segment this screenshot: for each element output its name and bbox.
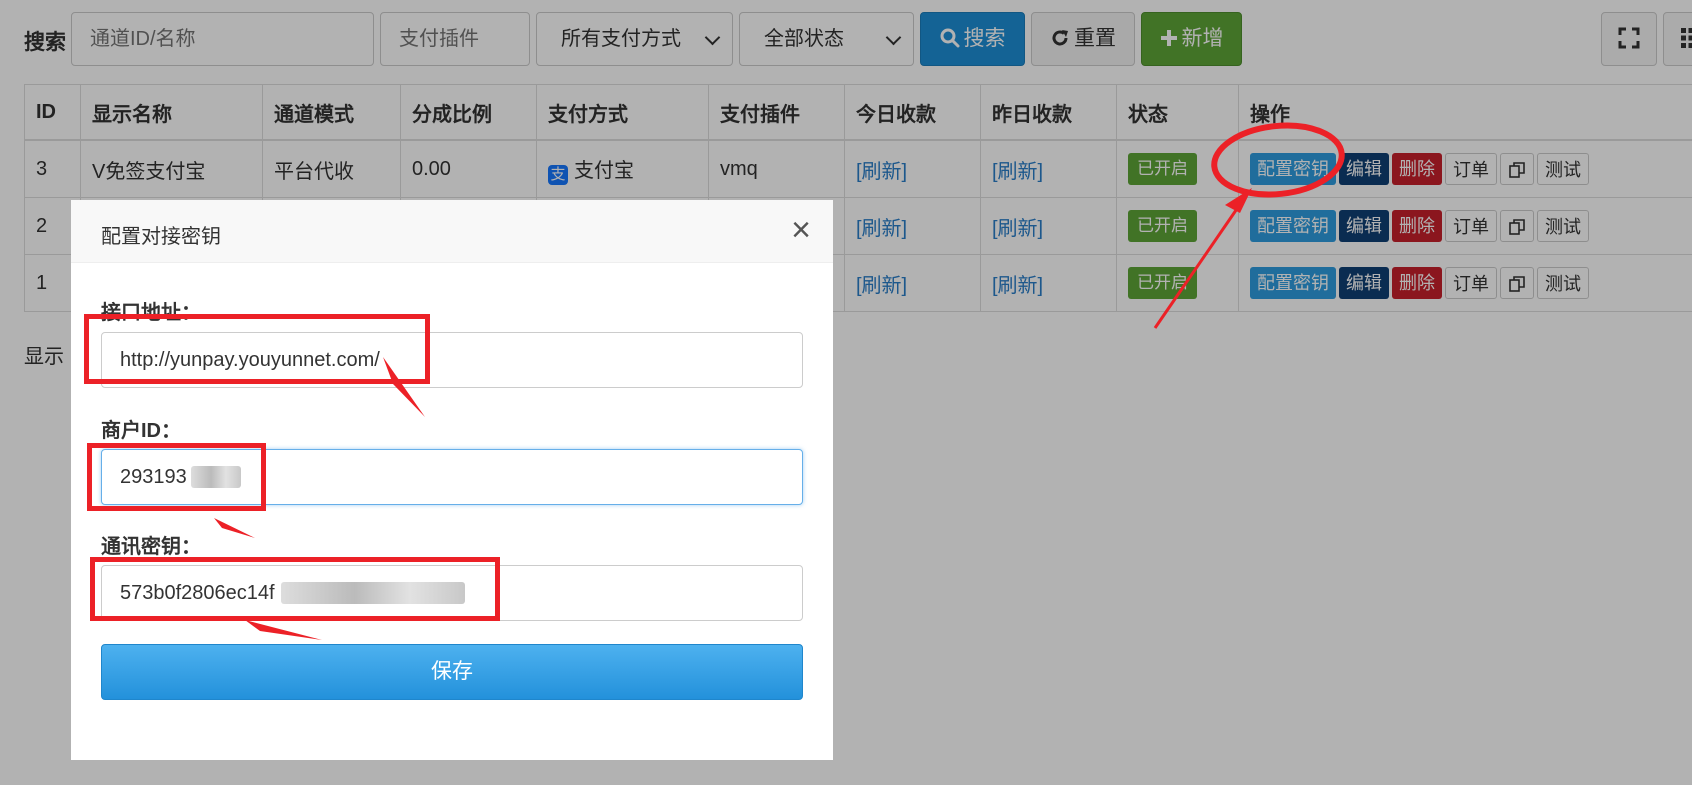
annotation-box-comm-key (90, 557, 500, 621)
close-icon[interactable]: × (791, 212, 811, 248)
app-root: 搜索 所有支付方式 全部状态 搜索 重置 新增 (0, 0, 1692, 785)
modal-title: 配置对接密钥 (101, 226, 221, 248)
modal-header: 配置对接密钥 × (71, 200, 833, 263)
annotation-box-merchant-id (87, 443, 266, 511)
merchant-id-label: 商户ID： (101, 420, 181, 442)
comm-key-label: 通讯密钥： (101, 536, 201, 558)
annotation-box-api-url (84, 314, 430, 384)
save-button[interactable]: 保存 (101, 644, 803, 700)
